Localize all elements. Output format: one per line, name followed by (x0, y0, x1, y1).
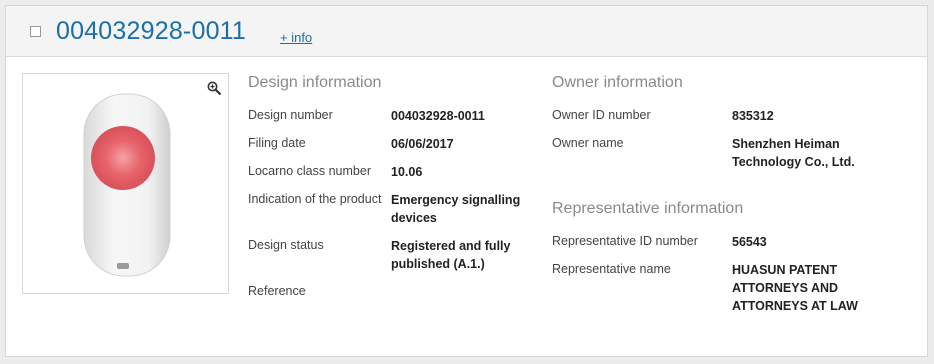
design-status-label: Design status (248, 238, 324, 252)
filing-date-label: Filing date (248, 136, 306, 150)
owner-name-value-line-1: Shenzhen Heiman (732, 137, 840, 151)
design-info-title: Design information (248, 74, 382, 91)
product-indication-value-line-2: devices (391, 211, 437, 225)
design-number-title[interactable]: 004032928-0011 (56, 17, 246, 46)
design-number-value: 004032928-0011 (391, 109, 485, 123)
owner-name-label: Owner name (552, 136, 624, 150)
design-image[interactable] (22, 73, 229, 294)
representative-name-label: Representative name (552, 262, 671, 276)
locarno-class-label: Locarno class number (248, 164, 371, 178)
reference-label: Reference (248, 284, 306, 298)
representative-info-title: Representative information (552, 200, 744, 217)
representative-name-value-line-2: ATTORNEYS AND (732, 281, 839, 295)
more-info-link[interactable]: + info (280, 30, 312, 45)
product-indication-value-line-1: Emergency signalling (391, 193, 521, 207)
owner-id-value: 835312 (732, 109, 774, 123)
design-card: 004032928-0011 + info Design information… (5, 5, 928, 357)
representative-name-value-line-1: HUASUN PATENT (732, 263, 838, 277)
representative-name-value-line-3: ATTORNEYS AT LAW (732, 299, 858, 313)
filing-date-value: 06/06/2017 (391, 137, 454, 151)
select-checkbox[interactable] (30, 26, 41, 37)
owner-id-label: Owner ID number (552, 108, 651, 122)
zoom-in-icon[interactable] (207, 81, 221, 95)
design-status-value-line-1: Registered and fully (391, 239, 511, 253)
product-image (83, 93, 171, 277)
card-header: 004032928-0011 + info (6, 6, 927, 57)
product-indication-label: Indication of the product (248, 192, 382, 206)
owner-name-value-line-2: Technology Co., Ltd. (732, 155, 855, 169)
representative-id-label: Representative ID number (552, 234, 698, 248)
design-status-value-line-2: published (A.1.) (391, 257, 485, 271)
design-number-label: Design number (248, 108, 333, 122)
owner-info-title: Owner information (552, 74, 683, 91)
locarno-class-value: 10.06 (391, 165, 423, 179)
representative-id-value: 56543 (732, 235, 767, 249)
